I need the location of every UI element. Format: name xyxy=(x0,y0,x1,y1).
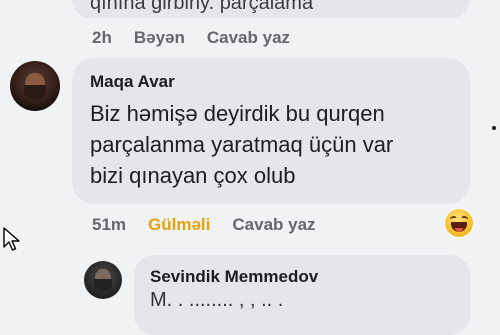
comment-line: parçalanma yaratmaq üçün var xyxy=(90,132,394,157)
reply-author[interactable]: Sevindik Memmedov xyxy=(150,267,318,287)
previous-comment-timestamp[interactable]: 2h xyxy=(92,28,112,48)
reply-avatar[interactable] xyxy=(84,261,122,299)
reply-text: M. . ........ , , .. . xyxy=(150,289,284,311)
avatar-beard xyxy=(24,85,46,99)
mouse-cursor-icon xyxy=(3,227,20,251)
previous-comment-bubble: qınına girbiriy. parçalama xyxy=(72,0,470,18)
comment-actions: 51m Gülməli Cavab yaz xyxy=(92,215,316,235)
haha-emoji-icon[interactable] xyxy=(445,209,473,237)
previous-comment-actions: 2h Bəyən Cavab yaz xyxy=(92,28,290,48)
reply-button[interactable]: Cavab yaz xyxy=(207,28,290,48)
previous-comment-text: qınına girbiriy. parçalama xyxy=(90,0,314,14)
comment-bubble: Maqa Avar Biz həmişə deyirdik bu qurqen … xyxy=(72,58,470,204)
comment-line: Biz həmişə deyirdik bu qurqen xyxy=(90,101,385,126)
comment-timestamp[interactable]: 51m xyxy=(92,215,126,235)
reply-bubble: Sevindik Memmedov M. . ........ , , .. . xyxy=(134,255,470,335)
comment-text: Biz həmişə deyirdik bu qurqen parçalanma… xyxy=(90,98,450,191)
side-dot xyxy=(492,126,496,130)
comment-line: bizi qınayan çox olub xyxy=(90,163,296,188)
haha-reaction-button[interactable]: Gülməli xyxy=(148,215,210,235)
avatar-beard xyxy=(94,279,112,291)
reply-button[interactable]: Cavab yaz xyxy=(232,215,315,235)
avatar[interactable] xyxy=(10,61,60,111)
comment-author[interactable]: Maqa Avar xyxy=(90,72,175,92)
like-button[interactable]: Bəyən xyxy=(134,28,185,48)
